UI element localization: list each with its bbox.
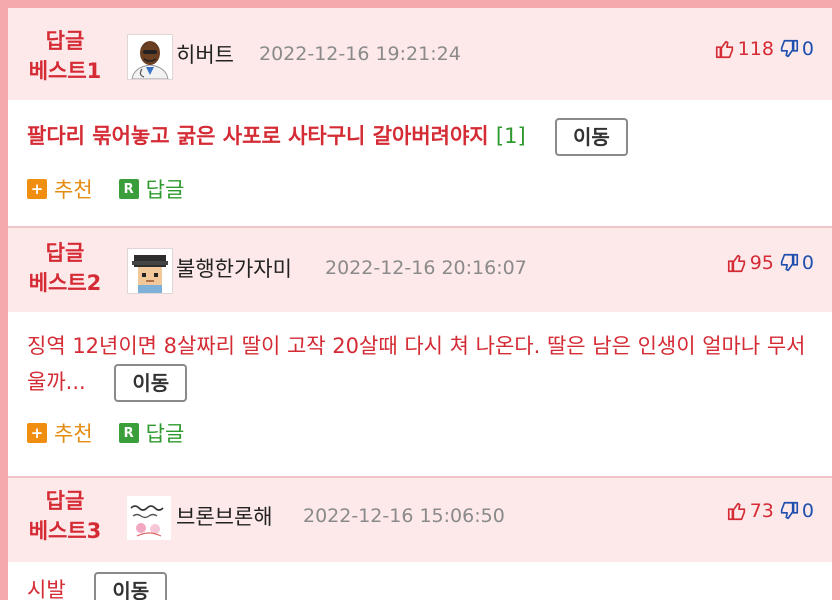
move-button[interactable]: 이동	[554, 118, 628, 156]
vote-counts: 73 0	[726, 500, 814, 522]
reply-actions: + 추천 R 답글	[8, 402, 832, 470]
reply-header: 답글 베스트2 불행한가자미 2022-12-16 20:16:07 95 0	[8, 228, 832, 312]
timestamp: 2022-12-16 20:16:07	[325, 257, 527, 279]
plus-icon: +	[27, 423, 47, 443]
downvote-count: 0	[801, 38, 814, 60]
badge-line-2: 베스트3	[28, 519, 102, 543]
downvote[interactable]: 0	[778, 500, 814, 522]
upvote[interactable]: 73	[726, 500, 774, 522]
best-replies-panel: 답글 베스트1 히버트 2022-12-16 19:21:24 118 0 팔다…	[8, 8, 832, 600]
vote-counts: 95 0	[726, 252, 814, 274]
upvote[interactable]: 118	[714, 38, 774, 60]
thumbs-down-icon	[780, 501, 798, 520]
downvote-count: 0	[801, 500, 814, 522]
reply-r-icon: R	[118, 179, 139, 199]
reply-body: 팔다리 묶어놓고 굵은 사포로 사타구니 갈아버려야지 [1] 이동 + 추천 …	[8, 100, 832, 226]
downvote-count: 0	[801, 252, 814, 274]
nickname[interactable]: 브론브론해	[176, 501, 273, 531]
badge-line-1: 답글	[45, 489, 85, 513]
upvote-count: 73	[749, 500, 774, 522]
reply-header: 답글 베스트1 히버트 2022-12-16 19:21:24 118 0	[8, 8, 832, 100]
pixel-character-icon	[128, 249, 172, 293]
upvote-count: 95	[749, 252, 774, 274]
timestamp: 2022-12-16 19:21:24	[259, 43, 461, 65]
reply-count[interactable]: [1]	[496, 124, 526, 148]
best-reply-2: 답글 베스트2 불행한가자미 2022-12-16 20:16:07 95 0 …	[8, 228, 832, 478]
nickname[interactable]: 히버트	[176, 39, 234, 69]
reply-label: 답글	[145, 178, 185, 202]
timestamp: 2022-12-16 15:06:50	[303, 505, 505, 527]
thumbs-down-icon	[780, 39, 798, 58]
recommend-label: 추천	[54, 422, 93, 446]
cartoon-doctor-icon	[128, 35, 172, 79]
handwritten-sticker-icon	[127, 496, 171, 540]
nickname[interactable]: 불행한가자미	[176, 253, 292, 283]
move-button[interactable]: 이동	[94, 572, 168, 600]
vote-counts: 118 0	[714, 38, 814, 60]
thumbs-down-icon	[780, 253, 798, 272]
recommend-label: 추천	[54, 178, 93, 202]
downvote[interactable]: 0	[778, 38, 814, 60]
reply-label: 답글	[145, 422, 185, 446]
badge-line-1: 답글	[45, 29, 85, 53]
reply-button[interactable]: R 답글	[118, 174, 185, 204]
reply-content: 팔다리 묶어놓고 굵은 사포로 사타구니 갈아버려야지 [1] 이동	[8, 100, 832, 156]
avatar[interactable]	[127, 248, 173, 294]
upvote[interactable]: 95	[726, 252, 774, 274]
badge-line-2: 베스트1	[28, 59, 102, 83]
badge-line-1: 답글	[45, 241, 85, 265]
thumbs-up-icon	[727, 502, 745, 521]
recommend-button[interactable]: + 추천	[27, 418, 93, 448]
reply-content: 시발 이동	[8, 562, 832, 600]
thumbs-up-icon	[715, 40, 733, 59]
reply-body: 시발 이동	[8, 562, 832, 600]
best-badge: 답글 베스트2	[22, 238, 108, 298]
plus-icon: +	[27, 179, 47, 199]
reply-body: 징역 12년이면 8살짜리 딸이 고작 20살때 다시 쳐 나온다. 딸은 남은…	[8, 312, 832, 470]
downvote[interactable]: 0	[778, 252, 814, 274]
best-reply-3: 답글 베스트3 브론브론해 2022-12-16 15:06:50 73 0 시…	[8, 478, 832, 600]
reply-content: 징역 12년이면 8살짜리 딸이 고작 20살때 다시 쳐 나온다. 딸은 남은…	[8, 312, 832, 402]
badge-line-2: 베스트2	[28, 271, 102, 295]
avatar[interactable]	[127, 496, 171, 540]
avatar[interactable]	[127, 34, 173, 80]
move-button[interactable]: 이동	[114, 364, 188, 402]
reply-button[interactable]: R 답글	[118, 418, 185, 448]
best-reply-1: 답글 베스트1 히버트 2022-12-16 19:21:24 118 0 팔다…	[8, 8, 832, 228]
best-badge: 답글 베스트3	[22, 486, 108, 546]
reply-text: 팔다리 묶어놓고 굵은 사포로 사타구니 갈아버려야지	[27, 124, 489, 148]
thumbs-up-icon	[727, 254, 745, 273]
reply-header: 답글 베스트3 브론브론해 2022-12-16 15:06:50 73 0	[8, 478, 832, 562]
reply-actions: + 추천 R 답글	[8, 156, 832, 226]
recommend-button[interactable]: + 추천	[27, 174, 93, 204]
reply-r-icon: R	[118, 423, 139, 443]
upvote-count: 118	[737, 38, 774, 60]
reply-text: 시발	[27, 578, 66, 600]
best-badge: 답글 베스트1	[22, 26, 108, 86]
